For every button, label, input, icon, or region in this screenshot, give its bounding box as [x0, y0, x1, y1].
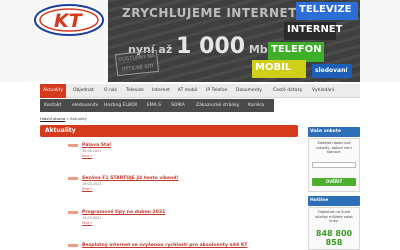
nav2-item-kontakt[interactable]: Kontakt — [44, 99, 61, 112]
hotline-number[interactable]: 848 800 — [308, 229, 360, 238]
nav2-item-emas[interactable]: EMA.S — [147, 99, 161, 112]
news-marker — [68, 211, 78, 214]
news-marker — [68, 144, 78, 147]
news-panel-heading: Aktuality — [40, 125, 298, 137]
hotline-number-suffix[interactable]: 858 — [308, 238, 360, 247]
nav-item-internet[interactable]: Internet — [152, 84, 170, 98]
nav-item-caste-dotazy[interactable]: Časté dotazy — [273, 84, 302, 98]
news-marker — [68, 177, 78, 180]
news-marker — [68, 244, 78, 247]
availability-text: Zadejte název své lokality, dokud není s… — [316, 141, 352, 155]
nav2-item-zakaznicke-stranky[interactable]: Zákaznické stránky — [196, 99, 239, 112]
breadcrumb: Hlavní strana » Aktuality — [40, 116, 87, 121]
svg-text:KT: KT — [54, 10, 84, 32]
nav-item-aktuality[interactable]: Aktuality — [40, 84, 66, 98]
breadcrumb-current: Aktuality — [70, 116, 87, 121]
nav2-item-kariera[interactable]: Kariéra — [248, 99, 264, 112]
news-date: 19.03.2021 — [82, 216, 102, 220]
banner-slogan: ZRYCHLUJEME INTERNET — [122, 6, 297, 20]
fiber-stamp: DOSTUPNÝ NA OPTICKÉ SÍTI — [114, 49, 160, 77]
tile-internet[interactable]: INTERNET — [284, 22, 342, 40]
speed-value: 1 000 — [176, 34, 245, 59]
locality-search-input[interactable] — [312, 162, 356, 168]
primary-nav: Aktuality Objednat O nás Televize Intern… — [40, 84, 360, 98]
nav-item-objednat[interactable]: Objednat — [73, 84, 94, 98]
nav2-item-soika[interactable]: SOIKA — [171, 99, 185, 112]
availability-heading: Vaše ankete — [308, 127, 360, 137]
tile-telefon[interactable]: TELEFON — [268, 42, 324, 62]
nav-item-dokumenty[interactable]: Dokumenty — [236, 84, 262, 98]
news-title[interactable]: Sezóna F1 STARTUJE již tento víkend! — [82, 176, 262, 181]
news-title[interactable]: Bezplatný internet se zvýšenou rychlostí… — [82, 243, 262, 248]
nav-item-ip-telefon[interactable]: IP Telefon — [206, 84, 227, 98]
page-title: Aktuality — [45, 127, 76, 134]
hotline-text: Objednat na Suvé stlažby můžete volat li… — [315, 210, 353, 224]
nav-item-kt-mobil[interactable]: KT mobil — [178, 84, 197, 98]
kt-logo[interactable]: KT — [34, 4, 104, 36]
hotline-heading-label: Hotline — [310, 198, 329, 203]
nav-item-o-nas[interactable]: O nás — [104, 84, 117, 98]
list-item: Sezóna F1 STARTUJE již tento víkend! 19.… — [68, 176, 262, 191]
availability-heading-label: Vaše ankete — [310, 129, 341, 134]
news-date: 30.08.2021 — [82, 149, 102, 153]
news-date: 19.03.2021 — [82, 182, 102, 186]
breadcrumb-home[interactable]: Hlavní strana — [40, 116, 65, 121]
tile-mobil[interactable]: MOBIL — [252, 60, 306, 78]
list-item: Pálava Stal 30.08.2021 Více » — [68, 143, 262, 158]
news-title[interactable]: Pálava Stal — [82, 143, 262, 148]
nav2-item-sledovanitv[interactable]: eledovanitv — [72, 99, 98, 112]
tile-televize[interactable]: TELEVIZE — [296, 2, 358, 20]
secondary-nav: Kontakt eledovanitv Hosting ELBOX EMA.S … — [40, 99, 274, 112]
verify-button[interactable]: OVĚŘIT — [312, 178, 356, 186]
news-more-link[interactable]: Více » — [82, 154, 262, 158]
nav-item-televize[interactable]: Televize — [126, 84, 144, 98]
list-item: Programové tipy na duben 2021 19.03.2021… — [68, 210, 262, 225]
hotline-heading: Hotline — [308, 196, 360, 206]
site-header: KT ZRYCHLUJEME INTERNET nyní až 1 000 Mb… — [0, 0, 400, 88]
news-title[interactable]: Programové tipy na duben 2021 — [82, 210, 262, 215]
news-more-link[interactable]: Více » — [82, 221, 262, 225]
list-item: Bezplatný internet se zvýšenou rychlostí… — [68, 243, 262, 248]
news-more-link[interactable]: Více » — [82, 187, 262, 191]
breadcrumb-separator: » — [66, 116, 69, 121]
nav-item-vyhledani[interactable]: Vyhledání — [312, 84, 334, 98]
nav2-item-hosting[interactable]: Hosting ELBOX — [104, 99, 137, 112]
tile-sledovani-tv[interactable]: sledovaní tv — [312, 64, 352, 88]
